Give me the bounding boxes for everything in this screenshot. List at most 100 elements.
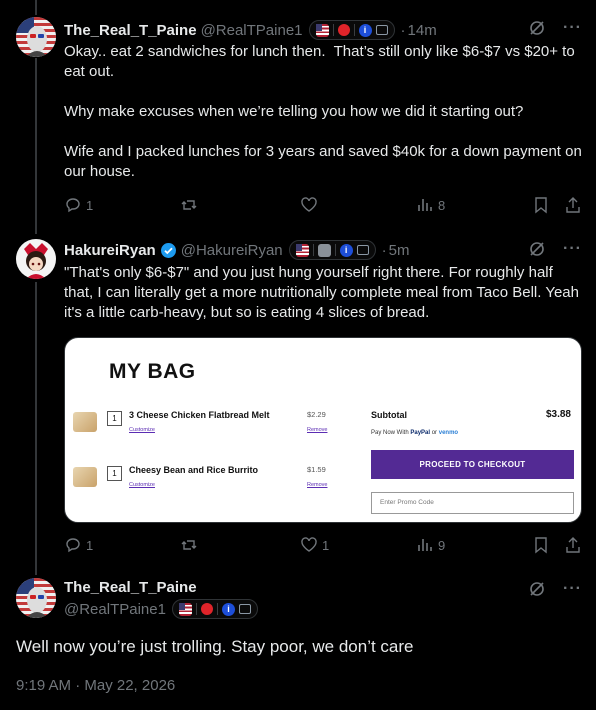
user-handle[interactable]: @HakureiRyan <box>181 242 283 259</box>
retweet-button[interactable] <box>180 536 202 554</box>
reply-button[interactable]: 1 <box>64 196 93 214</box>
bookmark-button[interactable] <box>532 536 550 554</box>
tweet-text: "That's only $6-$7" and you just hung yo… <box>64 264 584 321</box>
user-handle[interactable]: @RealTPaine1 <box>64 601 166 618</box>
camera-icon[interactable] <box>375 25 388 35</box>
us-flag-icon <box>178 602 192 616</box>
views-count: 9 <box>438 537 446 553</box>
us-flag-icon <box>315 23 329 37</box>
checkout-button: PROCEED TO CHECKOUT <box>371 450 574 479</box>
tweet-time[interactable]: 5m <box>389 242 410 259</box>
promo-code-field: Enter Promo Code <box>371 492 574 514</box>
share-icon <box>566 197 580 213</box>
main-handle-row: @RealTPaine1 i <box>64 599 258 619</box>
bag-title: MY BAG <box>109 360 196 383</box>
tweet-time[interactable]: 14m <box>408 22 437 39</box>
item-name: 3 Cheese Chicken Flatbread Melt <box>129 410 270 420</box>
item-price: $2.29 <box>307 410 326 419</box>
customize-link: Customize <box>129 427 155 433</box>
reply-count: 1 <box>86 197 94 213</box>
pay-prefix: Pay Now With <box>371 430 409 436</box>
tweet-timestamp[interactable]: 9:19 AM · May 22, 2026 <box>16 677 175 694</box>
tweet-text: Okay.. eat 2 sandwiches for lunch then. … <box>64 43 582 180</box>
remove-link: Remove <box>307 482 328 488</box>
remove-link: Remove <box>307 427 328 433</box>
divider <box>353 24 355 36</box>
views-icon <box>418 539 432 551</box>
separator-dot: · <box>381 241 387 259</box>
retweet-icon <box>181 200 197 210</box>
user-badges: i <box>171 599 258 619</box>
user-handle[interactable]: @RealTPaine1 <box>201 22 303 39</box>
thread-line <box>35 0 37 15</box>
info-icon[interactable]: i <box>339 243 353 257</box>
user-badges: i <box>288 240 376 260</box>
info-icon[interactable]: i <box>358 23 372 37</box>
share-button[interactable] <box>564 196 582 214</box>
user-badges: i <box>308 20 395 40</box>
tweet-actions: 1 1 9 <box>64 536 582 556</box>
venmo-logo: venmo <box>438 430 459 436</box>
share-button[interactable] <box>564 536 582 554</box>
item-quantity: 1 <box>107 466 122 481</box>
reply-icon <box>66 198 80 213</box>
main-tweet-text: Well now you’re just trolling. Stay poor… <box>16 637 414 656</box>
divider <box>195 603 197 615</box>
views-count: 8 <box>438 197 446 213</box>
divider <box>332 24 334 36</box>
cart-item: 1 Cheesy Bean and Rice Burrito Customize… <box>73 463 327 499</box>
customize-link: Customize <box>129 482 155 488</box>
more-options-icon[interactable]: ··· <box>563 240 582 258</box>
payment-note: Pay Now With PayPal or venmo <box>371 430 458 436</box>
grok-icon[interactable] <box>529 20 545 36</box>
food-thumbnail <box>73 412 97 432</box>
cart-item: 1 3 Cheese Chicken Flatbread Melt Custom… <box>73 408 327 444</box>
like-button[interactable] <box>300 196 322 214</box>
camera-icon[interactable] <box>238 604 251 614</box>
divider <box>334 244 336 256</box>
bookmark-icon <box>535 197 547 214</box>
tweet-corner-actions: ··· <box>529 580 582 598</box>
divider <box>216 603 218 615</box>
tweet-corner-actions: ··· <box>529 240 582 258</box>
tweet-reply-1[interactable]: The_Real_T_Paine @RealTPaine1 i · 14m ··… <box>0 17 596 227</box>
more-options-icon[interactable]: ··· <box>563 19 582 37</box>
info-icon[interactable]: i <box>221 602 235 616</box>
subtotal-value: $3.88 <box>545 409 571 420</box>
retweet-icon <box>181 540 197 550</box>
reply-icon <box>66 538 80 553</box>
bookmark-icon <box>535 537 547 554</box>
us-flag-icon <box>295 243 309 257</box>
grok-icon[interactable] <box>529 581 545 597</box>
divider <box>312 244 314 256</box>
paypal-logo: PayPal <box>410 430 431 436</box>
reply-button[interactable]: 1 <box>64 536 93 554</box>
tweet-media-image[interactable]: MY BAG 1 3 Cheese Chicken Flatbread Melt… <box>64 337 582 523</box>
display-name[interactable]: The_Real_T_Paine <box>64 22 197 39</box>
views-button[interactable]: 9 <box>416 536 445 554</box>
bookmark-button[interactable] <box>532 196 550 214</box>
display-name[interactable]: HakureiRyan <box>64 242 156 259</box>
heart-icon <box>301 537 317 552</box>
tweet-actions: 1 8 <box>64 196 582 216</box>
display-name[interactable]: The_Real_T_Paine <box>64 579 197 596</box>
robot-icon <box>317 243 331 257</box>
apple-icon <box>200 603 213 615</box>
more-options-icon[interactable]: ··· <box>563 580 582 598</box>
retweet-button[interactable] <box>180 196 202 214</box>
like-button[interactable]: 1 <box>300 536 329 554</box>
share-icon <box>566 537 580 553</box>
tweet-header: The_Real_T_Paine @RealTPaine1 i · 14m <box>64 19 437 41</box>
subtotal-label: Subtotal <box>371 410 407 420</box>
views-button[interactable]: 8 <box>416 196 445 214</box>
grok-icon[interactable] <box>529 241 545 257</box>
camera-icon[interactable] <box>356 245 369 255</box>
avatar[interactable] <box>16 578 56 618</box>
avatar[interactable] <box>16 239 56 279</box>
apple-icon <box>337 24 350 36</box>
item-price: $1.59 <box>307 465 326 474</box>
avatar[interactable] <box>16 17 56 57</box>
reply-count: 1 <box>86 537 94 553</box>
separator-dot: · <box>400 21 406 39</box>
views-icon <box>418 199 432 211</box>
